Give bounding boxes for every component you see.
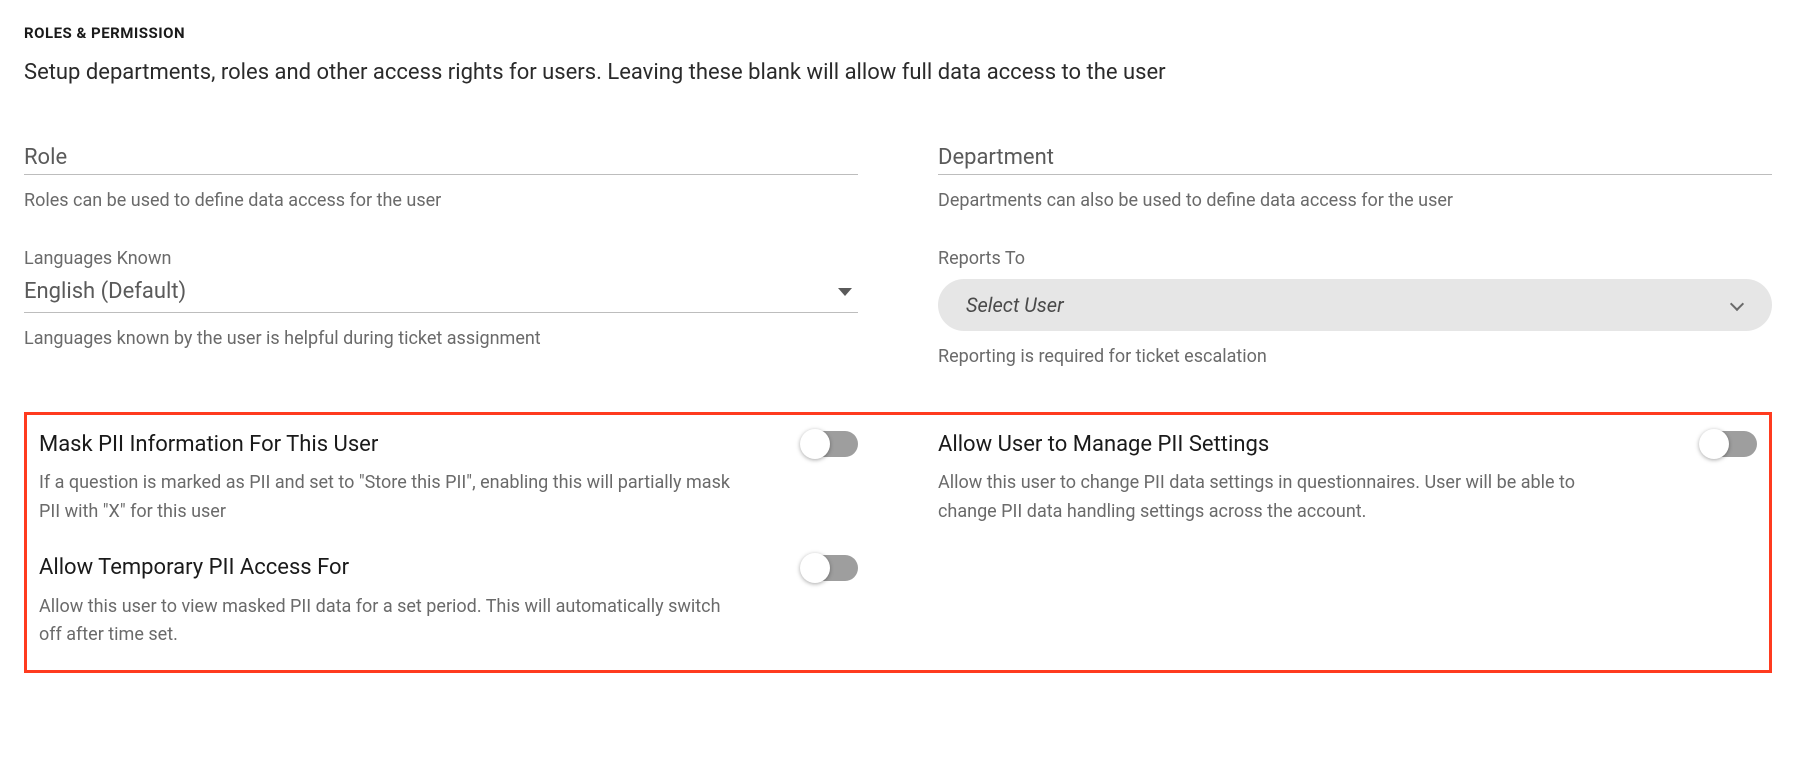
manage-settings-help: Allow this user to change PII data setti… [938, 469, 1638, 527]
pii-left-column: Mask PII Information For This User If a … [39, 431, 858, 650]
department-help: Departments can also be used to define d… [938, 187, 1772, 214]
left-column: Role Roles can be used to define data ac… [24, 145, 858, 404]
role-field: Role Roles can be used to define data ac… [24, 145, 858, 214]
reports-to-label: Reports To [938, 248, 1772, 269]
manage-settings-title: Allow User to Manage PII Settings [938, 432, 1269, 457]
right-column: Department Departments can also be used … [938, 145, 1772, 404]
section-description: Setup departments, roles and other acces… [24, 60, 1772, 85]
role-help: Roles can be used to define data access … [24, 187, 858, 214]
languages-label: Languages Known [24, 248, 858, 269]
temp-access-help: Allow this user to view masked PII data … [39, 593, 739, 651]
department-field: Department Departments can also be used … [938, 145, 1772, 214]
mask-pii-title: Mask PII Information For This User [39, 432, 378, 457]
mask-pii-toggle[interactable] [802, 431, 858, 457]
toggle-knob [800, 553, 830, 583]
temp-access-title: Allow Temporary PII Access For [39, 555, 349, 580]
temp-access-toggle[interactable] [802, 555, 858, 581]
reports-to-help: Reporting is required for ticket escalat… [938, 343, 1772, 370]
chevron-down-icon [1730, 298, 1744, 312]
manage-settings-toggle[interactable] [1701, 431, 1757, 457]
reports-to-placeholder: Select User [966, 293, 1064, 317]
mask-pii-help: If a question is marked as PII and set t… [39, 469, 739, 527]
reports-to-field: Reports To Select User Reporting is requ… [938, 248, 1772, 370]
pii-right-column: Allow User to Manage PII Settings Allow … [938, 431, 1757, 650]
role-label[interactable]: Role [24, 145, 858, 175]
toggle-knob [800, 429, 830, 459]
mask-pii-block: Mask PII Information For This User If a … [39, 431, 858, 527]
fields-grid: Role Roles can be used to define data ac… [24, 145, 1772, 404]
languages-help: Languages known by the user is helpful d… [24, 325, 858, 352]
section-heading: ROLES & PERMISSION [24, 24, 1772, 42]
pii-grid: Mask PII Information For This User If a … [39, 431, 1757, 650]
manage-settings-block: Allow User to Manage PII Settings Allow … [938, 431, 1757, 527]
languages-value: English (Default) [24, 279, 186, 304]
department-label[interactable]: Department [938, 145, 1772, 175]
pii-highlight-box: Mask PII Information For This User If a … [24, 412, 1772, 673]
toggle-knob [1699, 429, 1729, 459]
reports-to-select[interactable]: Select User [938, 279, 1772, 331]
languages-select[interactable]: English (Default) [24, 279, 858, 313]
temp-access-block: Allow Temporary PII Access For Allow thi… [39, 555, 858, 651]
languages-field: Languages Known English (Default) Langua… [24, 248, 858, 352]
chevron-down-icon [838, 288, 852, 296]
